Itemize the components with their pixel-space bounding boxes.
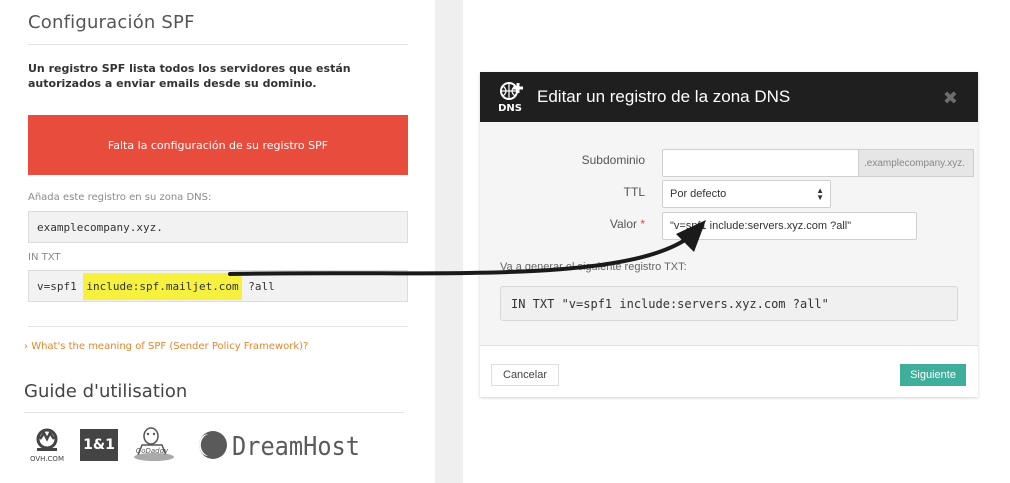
generated-record-box: IN TXT "v=spf1 include:servers.xyz.com ?… — [500, 286, 958, 321]
oneandone-logo-text: 1&1 — [83, 437, 115, 453]
select-arrows-icon: ▲ ▼ — [816, 186, 824, 202]
modal-body: Subdominio .examplecompany.xyz. TTL Por … — [480, 122, 978, 346]
divider — [28, 44, 408, 45]
divider — [24, 412, 404, 413]
record-include-highlight: include:spf.mailjet.com — [83, 272, 242, 300]
next-button[interactable]: Siguiente — [900, 364, 966, 386]
required-marker: * — [640, 217, 645, 231]
spf-record-box[interactable]: v=spf1 include:spf.mailjet.com ?all — [28, 270, 408, 302]
subdomain-label: Subdominio — [581, 153, 645, 167]
ttl-label: TTL — [623, 185, 645, 199]
chevron-right-icon: › — [24, 341, 28, 352]
oneandone-logo[interactable]: 1&1 — [80, 429, 118, 461]
record-suffix: ?all — [241, 279, 275, 293]
spf-intro-text: Un registro SPF lista todos los servidor… — [28, 62, 351, 90]
ovh-logo-text: OVH.COM — [30, 455, 64, 463]
subdomain-input[interactable] — [662, 149, 860, 177]
spf-missing-alert: Falta la configuración de su registro SP… — [28, 115, 408, 175]
ttl-select[interactable]: Por defecto ▲ ▼ — [662, 180, 831, 208]
dns-icon: DNS — [496, 81, 528, 114]
ovh-logo-icon: OVH.COM — [30, 428, 64, 463]
modal-header: DNS Editar un registro de la zona DNS ✖ — [480, 72, 978, 122]
value-input[interactable]: "v=spf1 include:servers.xyz.com ?all" — [662, 212, 917, 240]
provider-logos: OVH.COM 1&1 GoDaddy DreamHost — [28, 425, 408, 465]
domain-value-box[interactable]: examplecompany.xyz. — [28, 211, 408, 243]
spf-config-panel: Configuración SPF Un registro SPF lista … — [0, 0, 435, 483]
value-label: Valor * — [525, 217, 645, 231]
dreamhost-logo[interactable]: DreamHost — [198, 429, 363, 462]
ovh-logo[interactable]: OVH.COM — [30, 427, 64, 463]
dreamhost-logo-icon: DreamHost — [199, 431, 360, 462]
divider — [28, 326, 408, 327]
cancel-button[interactable]: Cancelar — [491, 364, 560, 386]
godaddy-logo-icon: GoDaddy — [134, 427, 174, 461]
edit-dns-record-modal: DNS Editar un registro de la zona DNS ✖ … — [480, 72, 978, 397]
domain-value: examplecompany.xyz. — [37, 220, 163, 234]
dreamhost-logo-text: DreamHost — [232, 432, 360, 461]
subdomain-suffix: .examplecompany.xyz. — [858, 149, 974, 177]
spf-title: Configuración SPF — [28, 12, 195, 33]
dns-icon-label: DNS — [498, 103, 522, 113]
value-label-text: Valor — [609, 217, 637, 231]
spf-meaning-link-text: What's the meaning of SPF (Sender Policy… — [31, 341, 309, 352]
close-icon[interactable]: ✖ — [943, 88, 958, 109]
guide-title: Guide d'utilisation — [24, 381, 188, 402]
generate-label: Va a generar el siguiente registro TXT: — [500, 261, 687, 273]
spf-meaning-link[interactable]: › What's the meaning of SPF (Sender Poli… — [24, 341, 308, 352]
record-type-label: IN TXT — [28, 252, 61, 263]
panel-separator — [435, 0, 463, 483]
alert-text: Falta la configuración de su registro SP… — [107, 138, 329, 152]
record-prefix: v=spf1 — [37, 279, 84, 293]
modal-title: Editar un registro de la zona DNS — [537, 87, 791, 106]
add-record-label: Añada este registro en su zona DNS: — [28, 192, 212, 203]
godaddy-logo-text: GoDaddy — [136, 447, 169, 455]
godaddy-logo[interactable]: GoDaddy — [128, 425, 180, 465]
ttl-selected-value: Por defecto — [670, 188, 727, 200]
